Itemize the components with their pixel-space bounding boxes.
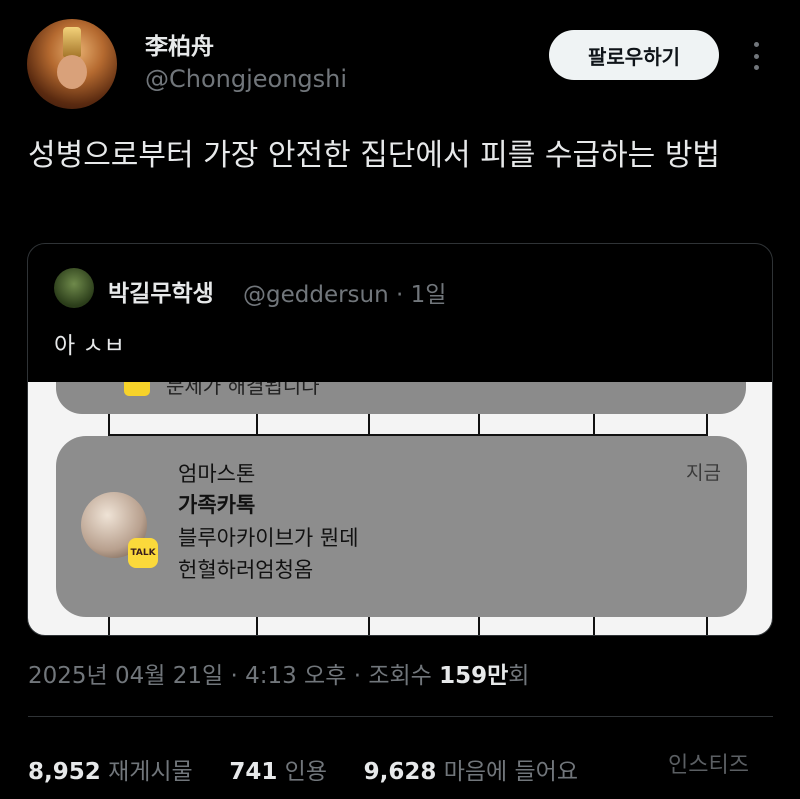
more-options-icon[interactable]	[744, 36, 768, 76]
quotes-count[interactable]: 741	[229, 759, 277, 785]
watermark: 인스티즈	[668, 753, 749, 778]
timestamp-date: 2025년 04월 21일 · 4:13 오후 · 조회수	[28, 663, 440, 689]
divider	[28, 716, 773, 717]
quoted-author-meta: @geddersun · 1일	[243, 282, 447, 308]
kakaotalk-icon	[124, 382, 150, 396]
notification-subtitle: 가족카톡	[178, 493, 256, 517]
kakaotalk-badge-icon: TALK	[128, 538, 158, 568]
reposts-label[interactable]: 재게시물	[108, 759, 193, 785]
quoted-tweet[interactable]: 박길무학생 @geddersun · 1일 아 ㅅㅂ ㄱ ㄱ 문제가 해결됩니다…	[27, 243, 773, 636]
notification-card: TALK 엄마스톤 가족카톡 블루아카이브가 뭔데 헌혈하러엄청옴 지금	[56, 436, 747, 617]
author-handle[interactable]: @Chongjeongshi	[145, 65, 347, 93]
author-avatar[interactable]	[27, 19, 117, 109]
tweet-text: 성병으로부터 가장 안전한 집단에서 피를 수급하는 방법	[28, 138, 721, 173]
view-suffix: 회	[508, 663, 530, 689]
reposts-count[interactable]: 8,952	[28, 759, 101, 785]
likes-count[interactable]: 9,628	[364, 759, 437, 785]
notification-time: 지금	[686, 462, 721, 484]
avatar-face	[57, 55, 87, 89]
author-display-name[interactable]: 李柏舟	[145, 27, 214, 61]
likes-label[interactable]: 마음에 들어요	[444, 759, 578, 785]
quoted-author-avatar[interactable]	[54, 268, 94, 308]
quoted-tweet-text: 아 ㅅㅂ	[54, 333, 125, 359]
notification-title: 엄마스톤	[178, 462, 256, 486]
notification-partial-text: 문제가 해결됩니다	[166, 382, 320, 398]
avatar-crown	[63, 27, 81, 57]
quotes-label[interactable]: 인용	[285, 759, 327, 785]
notification-message-line2: 헌혈하러엄청옴	[178, 558, 314, 582]
follow-button[interactable]: 팔로우하기	[549, 30, 719, 80]
tweet-timestamp[interactable]: 2025년 04월 21일 · 4:13 오후 · 조회수 159만회	[28, 656, 529, 690]
quoted-tweet-image[interactable]: ㄱ ㄱ 문제가 해결됩니다 TALK 엄마스톤 가족카톡 블루아카이브가 뭔데 …	[28, 382, 772, 635]
notification-partial: 문제가 해결됩니다	[56, 382, 746, 414]
engagement-stats: 8,952 재게시물 741 인용 9,628 마음에 들어요	[28, 752, 578, 786]
view-count: 159만	[439, 663, 509, 689]
quoted-author-name[interactable]: 박길무학생	[108, 274, 214, 308]
notification-message-line1: 블루아카이브가 뭔데	[178, 526, 359, 550]
